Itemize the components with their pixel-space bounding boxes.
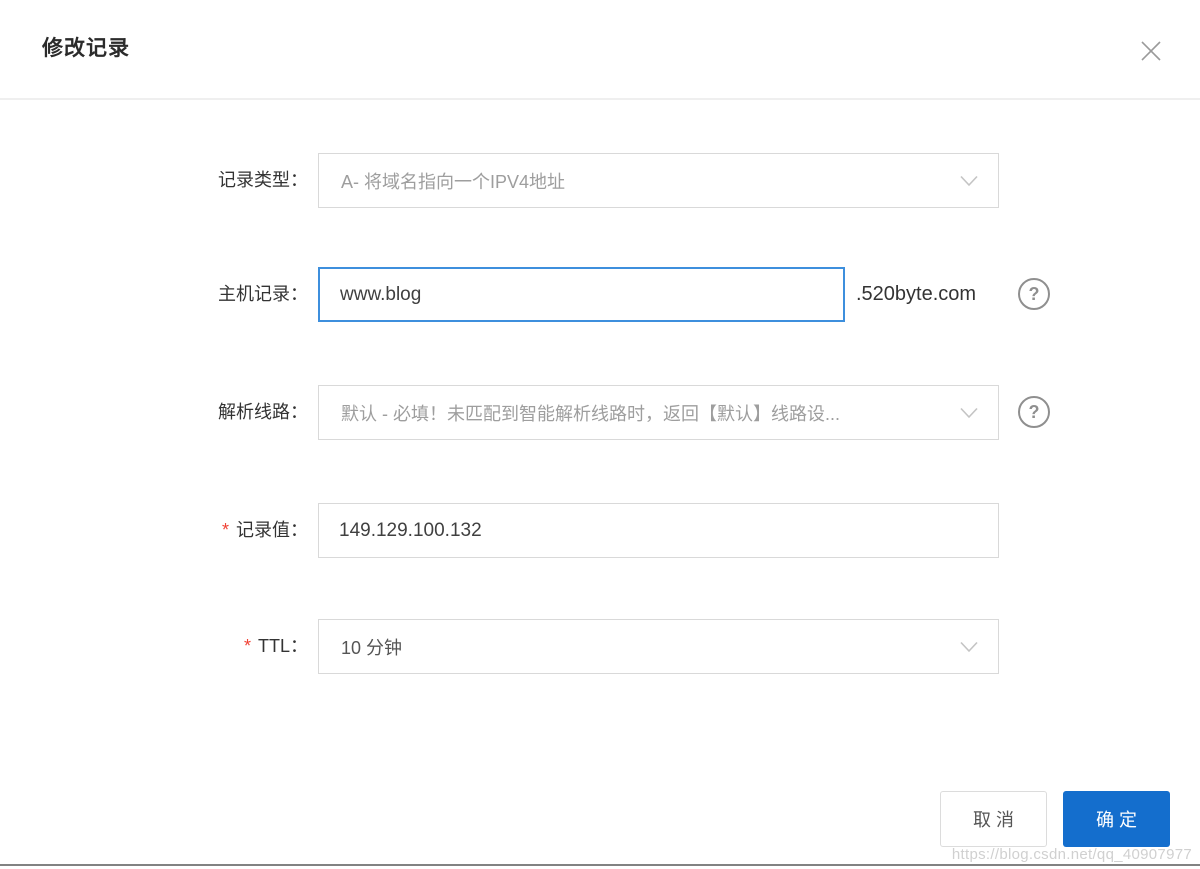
host-record-input[interactable] (318, 267, 845, 322)
record-type-value: A- 将域名指向一个IPV4地址 (341, 168, 565, 194)
required-asterisk: * (222, 520, 229, 540)
chevron-down-icon (960, 407, 978, 418)
record-type-label: 记录类型： (0, 153, 308, 208)
confirm-button[interactable]: 确 定 (1063, 791, 1170, 847)
bottom-divider (0, 864, 1200, 866)
record-type-select[interactable]: A- 将域名指向一个IPV4地址 (318, 153, 999, 208)
resolution-line-help-icon[interactable]: ? (1018, 396, 1050, 428)
record-value-input[interactable] (318, 503, 999, 558)
dialog-header: 修改记录 (0, 0, 1200, 100)
chevron-down-icon (960, 641, 978, 652)
record-type-row: 记录类型： A- 将域名指向一个IPV4地址 (0, 153, 1200, 208)
close-icon (1139, 39, 1163, 63)
modify-record-dialog: 修改记录 记录类型： A- 将域名指向一个IPV4地址 主机记录： .520by… (0, 0, 1200, 869)
close-button[interactable] (1136, 36, 1166, 66)
record-value-label-text: 记录值： (236, 520, 308, 540)
domain-suffix: .520byte.com (856, 267, 976, 322)
record-value-row: * 记录值： (0, 503, 1200, 558)
cancel-button[interactable]: 取 消 (940, 791, 1047, 847)
chevron-down-icon (960, 175, 978, 186)
host-record-label: 主机记录： (0, 267, 308, 322)
question-glyph: ? (1029, 284, 1040, 305)
page-title: 修改记录 (42, 0, 130, 98)
host-record-row: 主机记录： .520byte.com ? (0, 267, 1200, 322)
required-asterisk: * (244, 636, 251, 656)
host-record-help-icon[interactable]: ? (1018, 278, 1050, 310)
record-value-label: * 记录值： (0, 503, 308, 558)
ttl-select[interactable]: 10 分钟 (318, 619, 999, 674)
resolution-line-row: 解析线路： 默认 - 必填！未匹配到智能解析线路时，返回【默认】线路设... ? (0, 385, 1200, 440)
ttl-label: * TTL： (0, 619, 308, 674)
question-glyph: ? (1029, 402, 1040, 423)
watermark: https://blog.csdn.net/qq_40907977 (952, 846, 1192, 863)
ttl-value: 10 分钟 (341, 634, 402, 660)
resolution-line-select[interactable]: 默认 - 必填！未匹配到智能解析线路时，返回【默认】线路设... (318, 385, 999, 440)
resolution-line-value: 默认 - 必填！未匹配到智能解析线路时，返回【默认】线路设... (341, 400, 840, 426)
ttl-label-text: TTL： (258, 636, 308, 656)
resolution-line-label: 解析线路： (0, 385, 308, 440)
ttl-row: * TTL： 10 分钟 (0, 619, 1200, 674)
